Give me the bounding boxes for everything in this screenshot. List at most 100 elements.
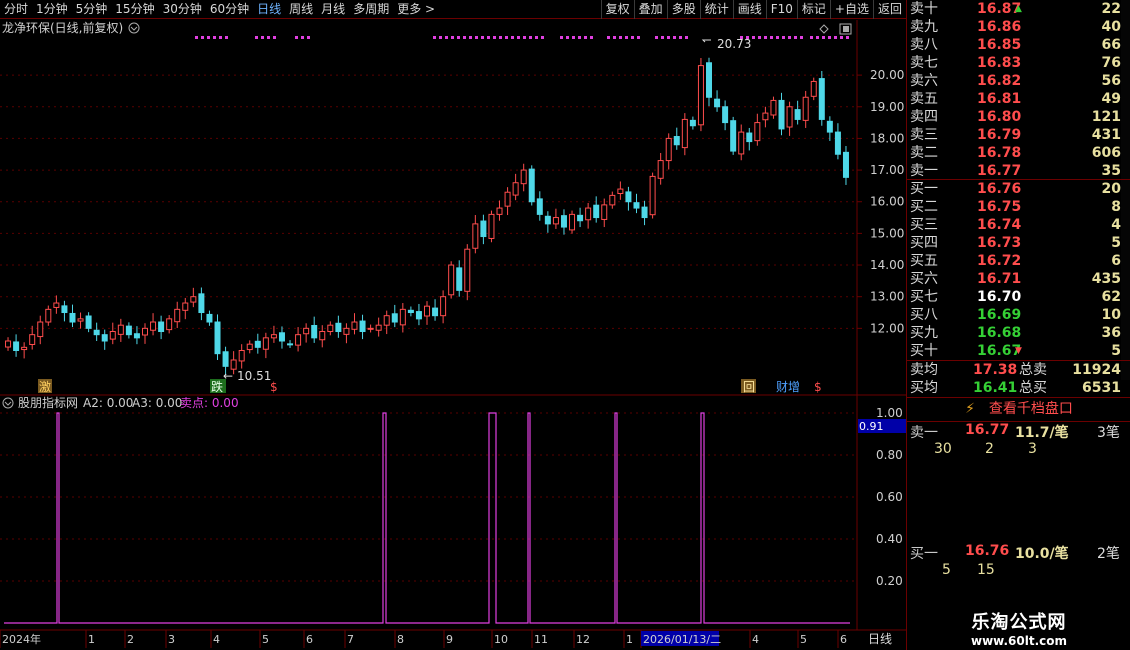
period-toolbar: 分时 1分钟 5分钟 15分钟 30分钟 60分钟 日线 周线 月线 多周期 更多 > 复权 叠加 多股… bbox=[0, 0, 906, 19]
indicator-tick-label: 0.20 bbox=[876, 574, 903, 588]
period-tab[interactable]: 分时 bbox=[0, 0, 32, 19]
orderbook-row[interactable]: 买一 16.76 20 bbox=[907, 180, 1121, 198]
period-tab[interactable]: 日线 bbox=[253, 0, 285, 19]
orderbook-row[interactable]: 卖七 16.83 76 bbox=[907, 54, 1121, 72]
candle bbox=[311, 316, 318, 343]
candle bbox=[335, 315, 342, 338]
candle bbox=[93, 322, 100, 342]
marker-die[interactable]: 跌 bbox=[211, 379, 223, 394]
level-volume: 431 bbox=[1091, 127, 1121, 143]
period-tab[interactable]: 5分钟 bbox=[72, 0, 112, 19]
toolbar-button[interactable]: +自选 bbox=[829, 0, 873, 19]
candle bbox=[367, 324, 374, 333]
orderbook-row[interactable]: 卖九 16.86 40 bbox=[907, 18, 1121, 36]
chevron-down-glyph bbox=[4, 401, 12, 406]
chart-area[interactable]: 20.00 19.00 18.00 17.00 16.00 15.00 14.00 13.00… bbox=[0, 20, 906, 650]
orderbook-row[interactable]: 买五 16.72 6 bbox=[907, 252, 1121, 270]
signal-dot bbox=[667, 36, 670, 39]
period-tab[interactable]: 15分钟 bbox=[111, 0, 158, 19]
marker-ji[interactable]: 激 bbox=[39, 380, 51, 394]
orderbook-row[interactable]: 卖四 16.80 121 bbox=[907, 108, 1121, 126]
toolbar-button[interactable]: 返回 bbox=[872, 0, 906, 19]
level-price: 16.68 bbox=[977, 325, 1022, 341]
orderbook-row[interactable]: 买四 16.73 5 bbox=[907, 234, 1121, 252]
candle-body bbox=[295, 334, 302, 346]
signal-dot bbox=[782, 36, 785, 39]
period-tab[interactable]: 1分钟 bbox=[32, 0, 72, 19]
period-tab[interactable]: 周线 bbox=[285, 0, 317, 19]
marker-dollar-2[interactable]: $ bbox=[814, 380, 822, 394]
orderbook-row[interactable]: 卖十 16.87 22 ▲ bbox=[907, 0, 1121, 18]
candle bbox=[407, 306, 414, 317]
diamond-icon[interactable] bbox=[819, 24, 829, 34]
chevron-down-icon[interactable] bbox=[2, 397, 14, 409]
candle-body bbox=[399, 308, 406, 326]
candle bbox=[383, 310, 390, 335]
orderbook-row[interactable]: 买九 16.68 36 bbox=[907, 324, 1121, 342]
toolbar-button[interactable]: 复权 bbox=[600, 0, 634, 19]
orderbook-row[interactable]: 卖八 16.85 66 bbox=[907, 36, 1121, 54]
orderbook-row[interactable]: 买三 16.74 4 bbox=[907, 216, 1121, 234]
signal-dot bbox=[560, 36, 563, 39]
kline-chart[interactable]: 20.00 19.00 18.00 17.00 16.00 15.00 14.00 13.00… bbox=[0, 20, 906, 650]
candle bbox=[786, 101, 793, 136]
candle bbox=[182, 297, 189, 320]
level-label: 卖六 bbox=[910, 73, 938, 89]
orderbook-row[interactable]: 卖六 16.82 56 bbox=[907, 72, 1121, 90]
signal-dot bbox=[764, 36, 767, 39]
candle-body bbox=[512, 182, 519, 196]
candle bbox=[778, 92, 785, 136]
toolbar-button[interactable]: 叠加 bbox=[633, 0, 667, 19]
orderbook-row[interactable]: 卖五 16.81 49 bbox=[907, 90, 1121, 108]
candle bbox=[641, 200, 648, 226]
time-label: 9 bbox=[446, 633, 453, 646]
toolbar-button[interactable]: F10 bbox=[765, 0, 797, 19]
period-tab[interactable]: 月线 bbox=[317, 0, 349, 19]
orderbook-row[interactable]: 买二 16.75 8 bbox=[907, 198, 1121, 216]
candle bbox=[198, 287, 205, 321]
signal-dot bbox=[673, 36, 676, 39]
level-label: 买十 bbox=[910, 343, 938, 359]
signal-dot bbox=[685, 36, 688, 39]
candle-body bbox=[520, 169, 527, 185]
candle bbox=[29, 325, 36, 350]
signal-dot bbox=[752, 36, 755, 39]
time-axis[interactable]: 2024年 1 2 3 4 5 6 7 8 9 10 11 12 1 2026/01/13/二 4 5 6 bbox=[0, 630, 847, 648]
level-price: 16.78 bbox=[977, 145, 1022, 161]
orderbook-row[interactable]: 卖二 16.78 606 bbox=[907, 144, 1121, 162]
indicator-tick-label: 0.80 bbox=[876, 448, 903, 462]
candle bbox=[278, 326, 285, 349]
candle-body bbox=[834, 131, 841, 155]
total-buy-value: 6531 bbox=[1082, 380, 1121, 396]
indicator-name[interactable]: 股朋指标网 bbox=[18, 395, 78, 410]
candle bbox=[5, 337, 12, 351]
period-tab[interactable]: 多周期 bbox=[349, 0, 393, 19]
toolbar-button[interactable]: 标记 bbox=[796, 0, 830, 19]
candle-body bbox=[278, 332, 285, 342]
orderbook-row[interactable]: 买八 16.69 10 bbox=[907, 306, 1121, 324]
period-tab[interactable]: 30分钟 bbox=[159, 0, 206, 19]
candle bbox=[21, 342, 28, 359]
level10-button[interactable]: ⚡ 查看千档盘口 bbox=[907, 398, 1130, 420]
signal-dot bbox=[469, 36, 472, 39]
orderbook-row[interactable]: 买六 16.71 435 bbox=[907, 270, 1121, 288]
orderbook-row[interactable]: 卖三 16.79 431 bbox=[907, 126, 1121, 144]
marker-caizeng[interactable]: 财增 bbox=[776, 380, 800, 394]
candle bbox=[158, 315, 165, 340]
orderbook-row[interactable]: 卖一 16.77 35 bbox=[907, 162, 1121, 180]
toolbar-button[interactable]: 多股 bbox=[666, 0, 700, 19]
orderbook-row[interactable]: 买七 16.70 62 bbox=[907, 288, 1121, 306]
orderbook-row[interactable]: 买十 16.67 5 ▼ bbox=[907, 342, 1121, 360]
indicator-a2: A2: 0.00 bbox=[83, 396, 133, 410]
period-tab[interactable]: 60分钟 bbox=[206, 0, 253, 19]
candle bbox=[45, 305, 52, 326]
marker-dollar[interactable]: $ bbox=[270, 380, 278, 394]
candle bbox=[69, 304, 76, 328]
toolbar-button[interactable]: 统计 bbox=[699, 0, 733, 19]
toolbar-button[interactable]: 画线 bbox=[732, 0, 766, 19]
candle-body bbox=[343, 327, 350, 335]
signal-dot bbox=[529, 36, 532, 39]
marker-hui[interactable]: 回 bbox=[743, 380, 755, 394]
chevron-down-icon[interactable] bbox=[128, 22, 140, 34]
period-tab[interactable]: 更多 > bbox=[393, 0, 439, 19]
